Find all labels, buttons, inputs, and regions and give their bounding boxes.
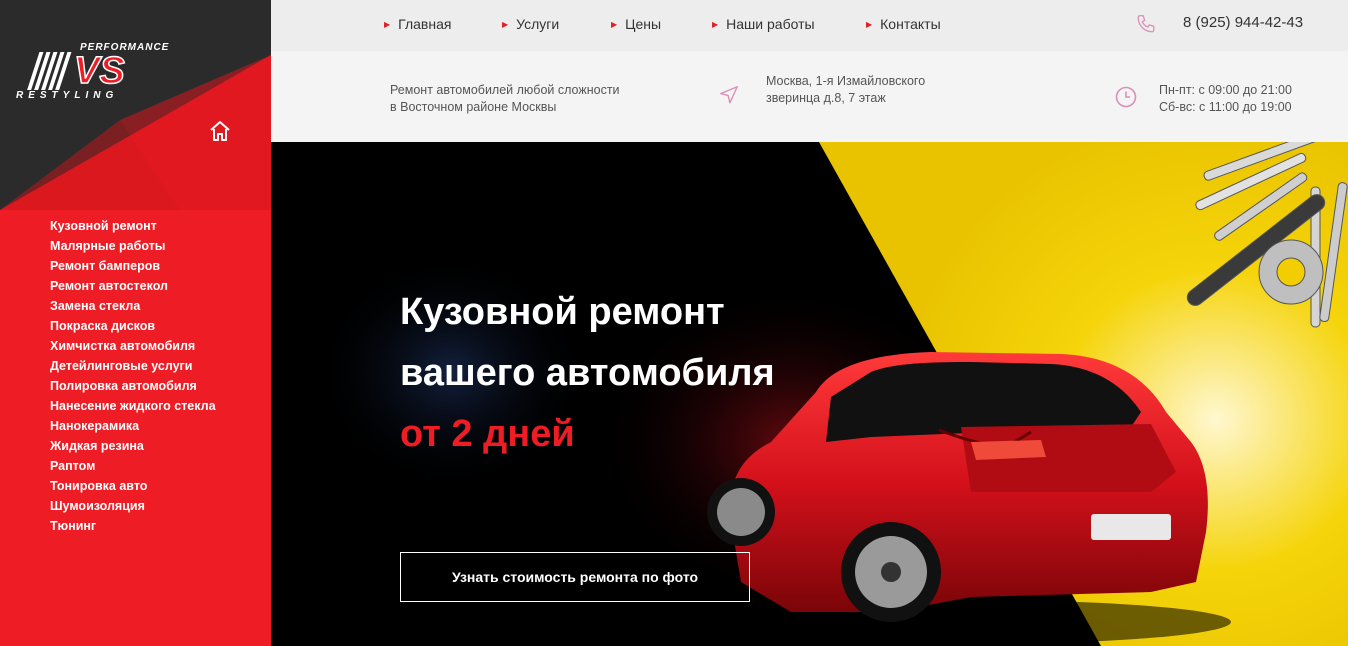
sidebar-item-body-repair[interactable]: Кузовной ремонт [50,216,216,236]
nav-triangle-icon: ▶ [611,20,618,29]
hero-title-accent: от 2 дней [400,413,575,455]
sidebar-item-paint-work[interactable]: Малярные работы [50,236,216,256]
nav-triangle-icon: ▶ [866,20,873,29]
cta-estimate-by-photo-button[interactable]: Узнать стоимость ремонта по фото [400,552,750,602]
logo-mark: VS [74,50,125,92]
phone-number-link[interactable]: 8 (925) 944-42-43 [1183,14,1303,31]
sidebar-item-dry-cleaning[interactable]: Химчистка автомобиля [50,336,216,356]
top-nav: ▶ Главная ▶ Услуги ▶ Цены ▶ Наши работы ▶ Кон… [271,0,1348,51]
sidebar-menu: Кузовной ремонт Малярные работы Ремонт б… [50,216,216,536]
sidebar: PERFORMANCE VS RESTYLING Кузовной ремонт… [0,0,271,646]
logo-bottom-word: RESTYLING [16,90,118,101]
nav-triangle-icon: ▶ [502,20,509,29]
sidebar-dark-background [0,0,271,210]
sidebar-item-tinting[interactable]: Тонировка авто [50,476,216,496]
nav-services-label: Услуги [516,16,560,32]
hero-title-line: Кузовной ремонт [400,291,725,333]
sidebar-item-wheel-painting[interactable]: Покраска дисков [50,316,216,336]
nav-prices[interactable]: ▶ Цены [611,16,661,32]
address: Москва, 1-я Измайловского зверинца д.8, … [766,73,925,107]
description-line: в Восточном районе Москвы [390,100,557,114]
nav-our-works-label: Наши работы [726,16,815,32]
hero-banner: Кузовной ремонт вашего автомобиля от 2 д… [271,142,1348,646]
home-icon[interactable] [208,119,232,143]
sidebar-item-tuning[interactable]: Тюнинг [50,516,216,536]
clock-icon [1115,86,1137,108]
phone-icon [1137,15,1155,33]
hero-title-line: вашего автомобиля [400,352,775,394]
nav-home-label: Главная [398,16,452,32]
sidebar-item-bumper-repair[interactable]: Ремонт бамперов [50,256,216,276]
sidebar-item-glass-replacement[interactable]: Замена стекла [50,296,216,316]
info-bar: Ремонт автомобилей любой сложности в Вос… [271,51,1348,142]
nav-contacts-label: Контакты [880,16,941,32]
nav-services[interactable]: ▶ Услуги [502,16,559,32]
address-line: Москва, 1-я Измайловского [766,74,926,88]
vs-logo[interactable]: PERFORMANCE VS RESTYLING [10,38,195,102]
hours-line: Сб-вс: с 11:00 до 19:00 [1159,100,1292,114]
nav-triangle-icon: ▶ [712,20,719,29]
sidebar-item-nanoceramics[interactable]: Нанокерамика [50,416,216,436]
sidebar-item-glass-repair[interactable]: Ремонт автостекол [50,276,216,296]
nav-triangle-icon: ▶ [384,20,391,29]
nav-our-works[interactable]: ▶ Наши работы [712,16,815,32]
hero-title: Кузовной ремонт вашего автомобиля от 2 д… [400,282,775,465]
working-hours: Пн-пт: с 09:00 до 21:00 Сб-вс: с 11:00 д… [1159,82,1292,116]
sidebar-item-liquid-rubber[interactable]: Жидкая резина [50,436,216,456]
sidebar-item-detailing[interactable]: Детейлинговые услуги [50,356,216,376]
location-arrow-icon [720,86,738,104]
nav-home[interactable]: ▶ Главная [384,16,451,32]
nav-prices-label: Цены [625,16,662,32]
description-line: Ремонт автомобилей любой сложности [390,83,620,97]
sidebar-item-liquid-glass[interactable]: Нанесение жидкого стекла [50,396,216,416]
sidebar-item-soundproofing[interactable]: Шумоизоляция [50,496,216,516]
sidebar-item-polishing[interactable]: Полировка автомобиля [50,376,216,396]
nav-contacts[interactable]: ▶ Контакты [866,16,941,32]
address-line: зверинца д.8, 7 этаж [766,91,886,105]
hours-line: Пн-пт: с 09:00 до 21:00 [1159,83,1292,97]
company-description: Ремонт автомобилей любой сложности в Вос… [390,82,620,116]
sidebar-item-raptor[interactable]: Раптом [50,456,216,476]
